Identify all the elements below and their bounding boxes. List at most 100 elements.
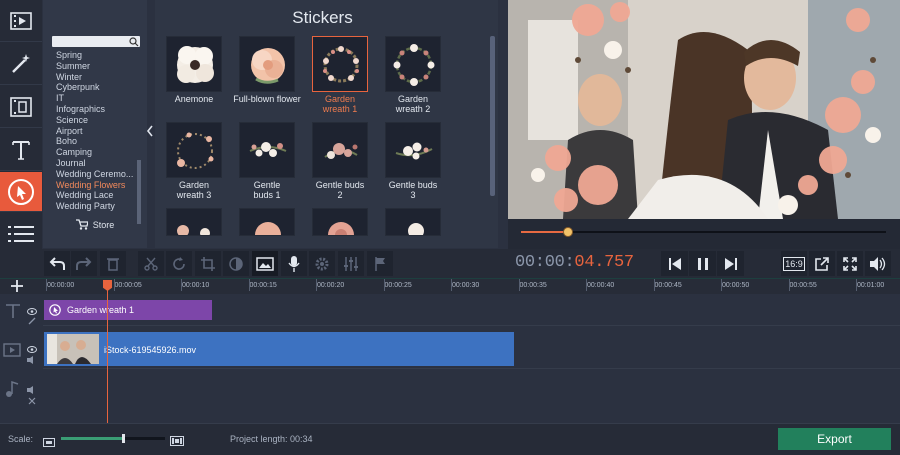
sticker-garden-wreath-2[interactable] — [385, 36, 441, 92]
cut-button[interactable] — [138, 251, 164, 276]
record-audio-button[interactable] — [281, 251, 307, 276]
sticker-gentle-buds-3[interactable] — [385, 122, 441, 178]
sticker-icon — [8, 178, 34, 205]
redo-button[interactable] — [71, 251, 97, 276]
category-item[interactable]: Journal — [56, 158, 146, 169]
ruler-tick: 00:00:05 — [113, 279, 142, 291]
zoom-in-icon[interactable] — [170, 433, 184, 451]
category-item[interactable]: Summer — [56, 61, 146, 72]
category-item[interactable]: Winter — [56, 72, 146, 83]
color-adjust-icon — [229, 256, 243, 271]
video-preview[interactable] — [508, 0, 900, 219]
audio-track[interactable] — [43, 370, 900, 422]
previous-button[interactable] — [661, 251, 688, 276]
next-button[interactable] — [717, 251, 744, 276]
collapse-panel-button[interactable] — [146, 124, 154, 144]
timeline-ruler[interactable]: 00:00:00 00:00:05 00:00:10 00:00:15 00:00:20… — [0, 278, 900, 294]
zoom-out-icon[interactable] — [43, 434, 55, 452]
flower-icon — [177, 225, 210, 235]
timecode-display: 00:00:04.757 — [515, 253, 634, 272]
mute-icon[interactable] — [27, 351, 37, 369]
ruler-tick: 00:00:35 — [518, 279, 547, 291]
sticker-gentle-buds-1[interactable] — [239, 122, 295, 178]
video-clip[interactable]: iStock-619545926.mov — [44, 332, 514, 366]
export-button[interactable]: Export — [778, 428, 891, 450]
playhead[interactable] — [107, 280, 108, 423]
category-item[interactable]: Camping — [56, 147, 146, 158]
flower-bunch-icon — [249, 142, 287, 157]
category-item[interactable]: Wedding Flowers — [56, 180, 146, 191]
list-icon — [8, 226, 34, 242]
detach-player-button[interactable] — [809, 251, 835, 276]
gear-icon — [315, 257, 329, 270]
microphone-icon — [288, 255, 300, 272]
category-item[interactable]: Cyberpunk — [56, 82, 146, 93]
category-item[interactable]: Wedding Lace — [56, 190, 146, 201]
category-item[interactable]: Airport — [56, 126, 146, 137]
transitions-button[interactable] — [0, 86, 42, 128]
search-icon[interactable] — [129, 36, 139, 47]
category-item[interactable]: Infographics — [56, 104, 146, 115]
rotate-button[interactable] — [166, 251, 192, 276]
sticker-partial[interactable] — [239, 208, 295, 236]
sticker-label: Garden wreath 2 — [395, 94, 431, 114]
sticker-garden-wreath-3[interactable] — [166, 122, 222, 178]
equalizer-button[interactable] — [338, 251, 364, 276]
import-media-button[interactable] — [0, 0, 42, 42]
category-item[interactable]: Science — [56, 115, 146, 126]
sticker-anemone[interactable] — [166, 36, 222, 92]
rose-icon — [255, 222, 281, 235]
crop-icon — [201, 256, 215, 271]
filters-button[interactable] — [0, 43, 42, 85]
project-length: Project length: 00:34 — [230, 434, 313, 444]
sticker-full-blown-flower[interactable] — [239, 36, 295, 92]
sticker-gentle-buds-2[interactable] — [312, 122, 368, 178]
title-track-icon — [5, 303, 21, 324]
unlink-icon[interactable] — [28, 392, 36, 410]
sticker-panel: Stickers Anemone Full-blown flower Garde… — [155, 0, 498, 248]
edit-toolbar — [0, 249, 900, 278]
titles-button[interactable] — [0, 129, 42, 171]
sticker-partial[interactable] — [385, 208, 441, 236]
redo-icon — [76, 256, 92, 270]
anemone-icon — [177, 46, 214, 83]
cart-icon — [75, 219, 88, 230]
wreath-icon — [323, 46, 359, 83]
flag-icon — [375, 256, 385, 271]
category-list: Spring Summer Winter Cyberpunk IT Infographic… — [56, 50, 146, 212]
category-item[interactable]: IT — [56, 93, 146, 104]
aspect-ratio-button[interactable]: 16:9 — [781, 251, 807, 276]
title-clip[interactable]: Garden wreath 1 — [44, 300, 212, 320]
category-item[interactable]: Wedding Party — [56, 201, 146, 212]
category-item[interactable]: Wedding Ceremo... — [56, 169, 146, 180]
search-input[interactable] — [52, 36, 140, 47]
category-item[interactable]: Boho — [56, 136, 146, 147]
flower-bunch-icon — [395, 142, 433, 160]
scale-slider-knob[interactable] — [122, 434, 126, 443]
video-track-icon — [3, 343, 21, 362]
crop-button[interactable] — [195, 251, 221, 276]
timecode-main: 00:00: — [515, 253, 575, 272]
image-properties-button[interactable] — [252, 251, 278, 276]
external-window-icon — [815, 256, 829, 271]
sticker-partial[interactable] — [312, 208, 368, 236]
sticker-partial[interactable] — [166, 208, 222, 236]
undo-button[interactable] — [44, 251, 70, 276]
image-icon — [256, 256, 274, 271]
pause-button[interactable] — [689, 251, 716, 276]
delete-button[interactable] — [100, 251, 126, 276]
sticker-garden-wreath-1[interactable] — [312, 36, 368, 92]
sticker-scrollbar[interactable] — [490, 36, 495, 196]
settings-button[interactable] — [309, 251, 335, 276]
category-item[interactable]: Spring — [56, 50, 146, 61]
color-adjust-button[interactable] — [223, 251, 249, 276]
volume-button[interactable] — [865, 251, 891, 276]
stickers-button[interactable] — [0, 172, 42, 212]
playback-progress-bar[interactable] — [521, 231, 886, 233]
ruler-tick: 00:00:55 — [788, 279, 817, 291]
link-icon[interactable] — [28, 312, 36, 330]
store-button[interactable]: Store — [50, 215, 140, 234]
ruler-tick: 00:00:15 — [248, 279, 277, 291]
fullscreen-button[interactable] — [837, 251, 863, 276]
marker-button[interactable] — [367, 251, 393, 276]
